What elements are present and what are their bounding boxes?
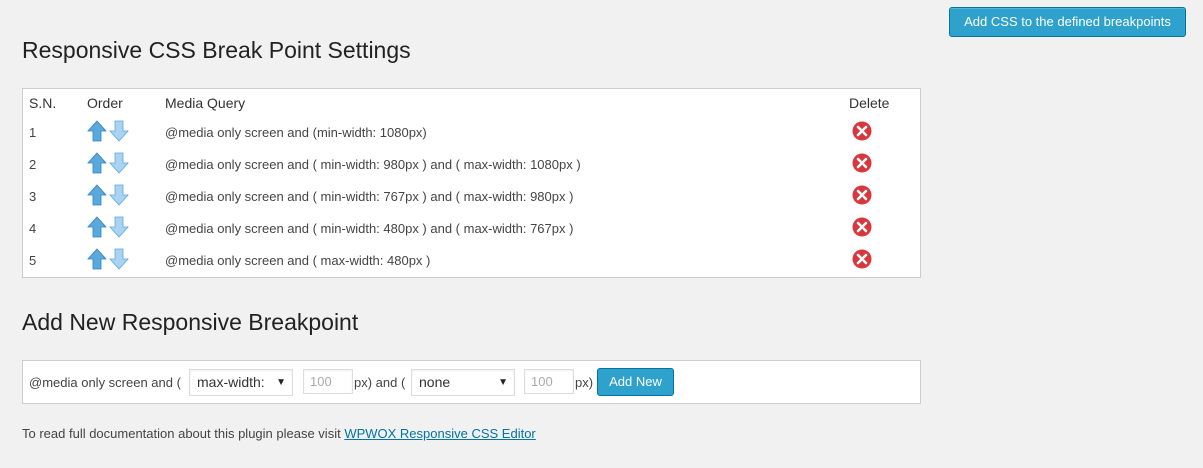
order-controls bbox=[87, 180, 165, 212]
documentation-text: To read full documentation about this pl… bbox=[22, 426, 345, 441]
delete-cell bbox=[849, 116, 920, 148]
column-header-sn: S.N. bbox=[29, 94, 57, 111]
breakpoint-type-select-2[interactable]: none ▼ bbox=[411, 369, 515, 396]
media-query-text: @media only screen and ( min-width: 480p… bbox=[165, 220, 574, 236]
table-row: 5 @media only screen and ( max-width: 480… bbox=[23, 244, 920, 276]
up-arrow-icon[interactable] bbox=[87, 247, 107, 270]
column-header-media-query: Media Query bbox=[165, 94, 246, 111]
add-css-to-breakpoints-button[interactable]: Add CSS to the defined breakpoints bbox=[949, 7, 1186, 37]
row-sn: 4 bbox=[29, 220, 37, 236]
add-new-button[interactable]: Add New bbox=[597, 368, 674, 396]
table-row: 3 @media only screen and ( min-width: 767… bbox=[23, 180, 920, 212]
down-arrow-icon[interactable] bbox=[109, 152, 129, 174]
add-breakpoint-panel: @media only screen and ( max-width: ▼ 10… bbox=[22, 360, 921, 404]
up-arrow-icon[interactable] bbox=[87, 151, 107, 174]
px-suffix-label: px) bbox=[575, 375, 594, 390]
add-breakpoint-title: Add New Responsive Breakpoint bbox=[22, 309, 359, 335]
table-header-row: S.N. Order Media Query Delete bbox=[23, 89, 920, 116]
add-breakpoint-form: @media only screen and ( max-width: ▼ 10… bbox=[23, 361, 920, 403]
up-arrow-icon[interactable] bbox=[87, 183, 107, 206]
select-1-value: max-width: bbox=[197, 374, 265, 390]
delete-icon[interactable] bbox=[852, 249, 872, 269]
chevron-down-icon: ▼ bbox=[276, 377, 286, 388]
table-row: 2 @media only screen and ( min-width: 980… bbox=[23, 148, 920, 180]
media-prefix-label: @media only screen and ( bbox=[29, 375, 181, 390]
delete-icon[interactable] bbox=[852, 185, 872, 205]
order-controls bbox=[87, 116, 165, 148]
delete-cell bbox=[849, 148, 920, 180]
column-header-delete: Delete bbox=[849, 94, 890, 111]
up-arrow-icon[interactable] bbox=[87, 119, 107, 142]
table-row: 4 @media only screen and ( min-width: 480… bbox=[23, 212, 920, 244]
down-arrow-icon[interactable] bbox=[109, 248, 129, 270]
media-query-text: @media only screen and ( min-width: 980p… bbox=[165, 156, 581, 172]
down-arrow-icon[interactable] bbox=[109, 120, 129, 142]
documentation-link[interactable]: WPWOX Responsive CSS Editor bbox=[344, 426, 535, 441]
delete-cell bbox=[849, 244, 920, 276]
px-and-label: px) and ( bbox=[354, 375, 406, 390]
media-query-text: @media only screen and ( max-width: 480p… bbox=[165, 252, 431, 268]
order-controls bbox=[87, 212, 165, 244]
chevron-down-icon: ▼ bbox=[498, 377, 508, 388]
delete-cell bbox=[849, 180, 920, 212]
media-query-text: @media only screen and ( min-width: 767p… bbox=[165, 188, 574, 204]
breakpoint-type-select-1[interactable]: max-width: ▼ bbox=[189, 369, 293, 396]
order-controls bbox=[87, 244, 165, 276]
row-sn: 1 bbox=[29, 124, 37, 140]
row-sn: 2 bbox=[29, 156, 37, 172]
order-controls bbox=[87, 148, 165, 180]
column-header-order: Order bbox=[87, 94, 123, 111]
delete-icon[interactable] bbox=[852, 217, 872, 237]
delete-icon[interactable] bbox=[852, 121, 872, 141]
settings-title: Responsive CSS Break Point Settings bbox=[22, 37, 411, 63]
delete-cell bbox=[849, 212, 920, 244]
delete-icon[interactable] bbox=[852, 153, 872, 173]
down-arrow-icon[interactable] bbox=[109, 184, 129, 206]
width-input-1[interactable]: 100 bbox=[303, 369, 353, 394]
select-2-value: none bbox=[419, 374, 451, 390]
width-input-2[interactable]: 100 bbox=[524, 369, 574, 394]
table-row: 1 @media only screen and (min-width: 1080… bbox=[23, 116, 920, 148]
plugin-page: Add CSS to the defined breakpoints Respo… bbox=[0, 0, 1203, 468]
down-arrow-icon[interactable] bbox=[109, 216, 129, 238]
documentation-note: To read full documentation about this pl… bbox=[22, 426, 536, 441]
media-query-text: @media only screen and (min-width: 1080p… bbox=[165, 124, 427, 140]
row-sn: 5 bbox=[29, 252, 37, 268]
breakpoints-table: S.N. Order Media Query Delete 1 @media on… bbox=[23, 89, 920, 276]
up-arrow-icon[interactable] bbox=[87, 215, 107, 238]
row-sn: 3 bbox=[29, 188, 37, 204]
breakpoints-table-panel: S.N. Order Media Query Delete 1 @media on… bbox=[22, 88, 921, 278]
